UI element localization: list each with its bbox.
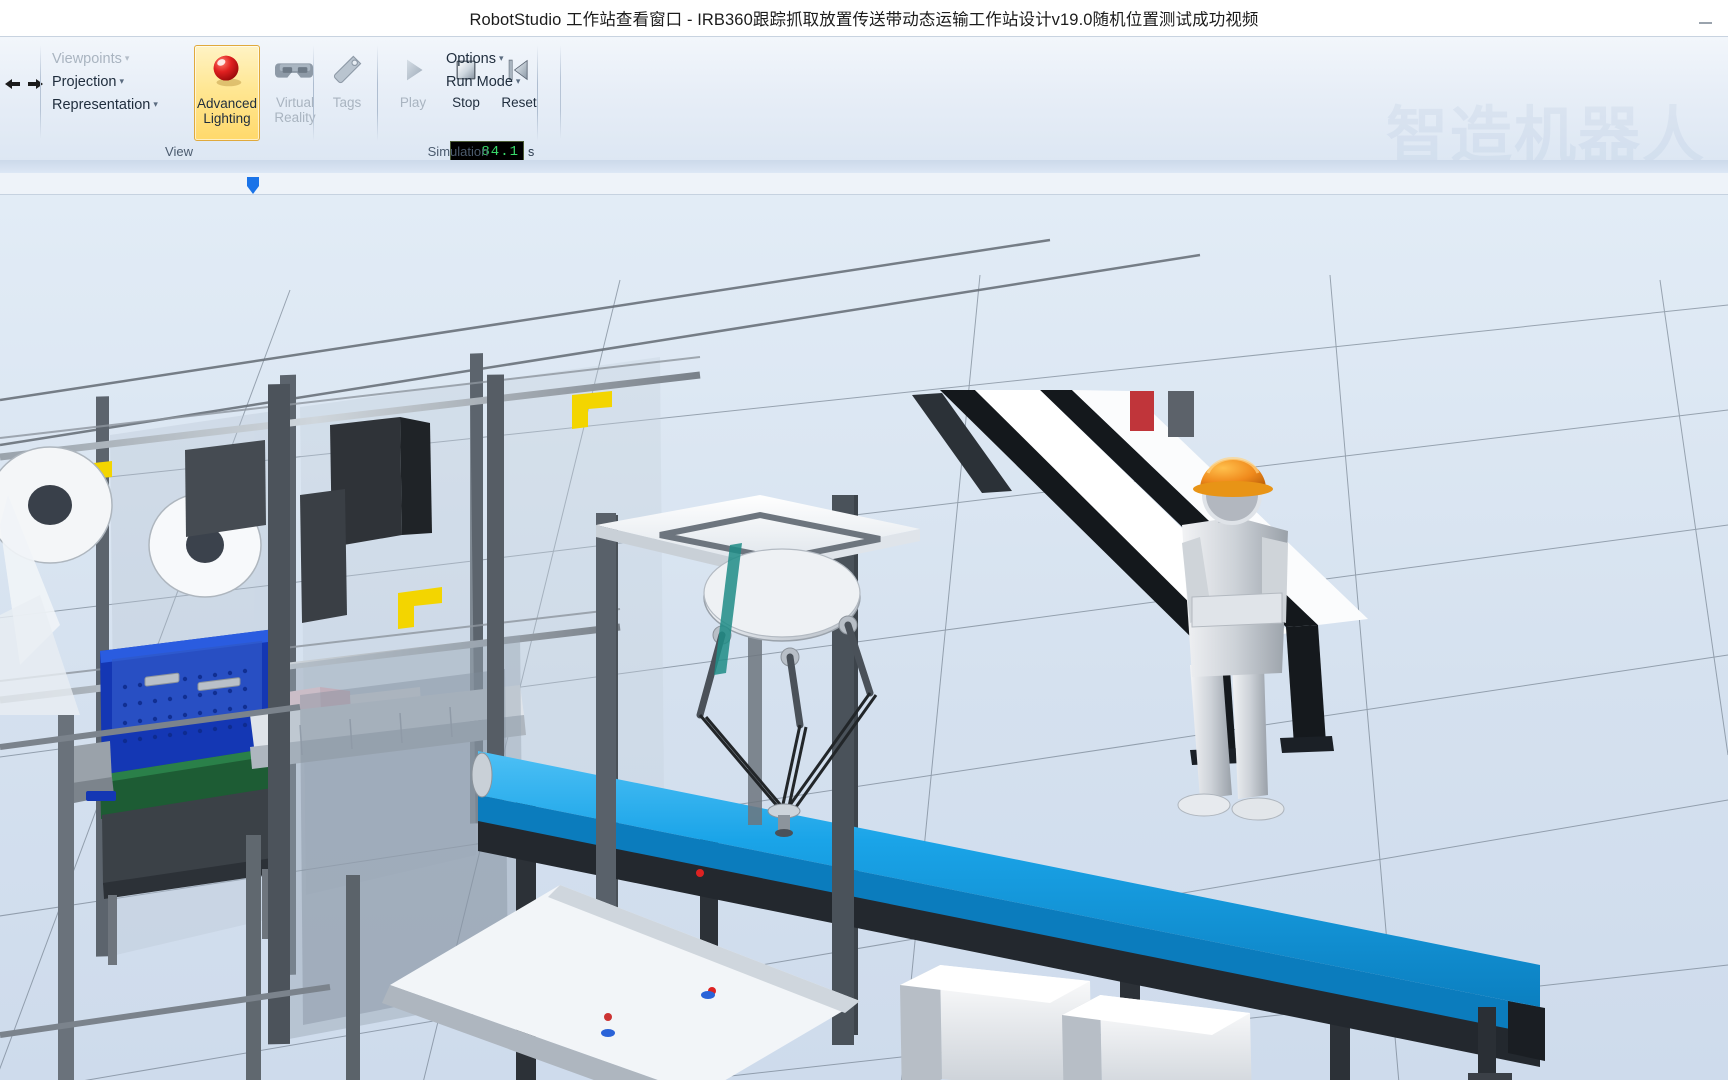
play-triangle-icon [392, 49, 434, 91]
menu-representation[interactable]: Representation ▾ [52, 93, 164, 116]
chevron-down-icon: ▾ [498, 53, 504, 63]
menu-viewpoints[interactable]: Viewpoints ▾ [52, 47, 164, 70]
menu-run-mode[interactable]: Run Mode ▾ [446, 70, 556, 93]
menu-viewpoints-label: Viewpoints [52, 50, 122, 67]
vr-headset-icon [274, 49, 316, 91]
simulation-group-caption: Simulation [427, 144, 489, 159]
chevron-down-icon: ▾ [119, 76, 125, 86]
stop-label: Stop [452, 95, 480, 110]
robotstudio-window: RobotStudio 工作站查看窗口 - IRB360跟踪抓取放置传送带动态运… [0, 0, 1728, 1080]
window-title: RobotStudio 工作站查看窗口 - IRB360跟踪抓取放置传送带动态运… [469, 11, 1259, 29]
menu-options-label: Options [446, 50, 496, 67]
ribbon-group-tags: Tags [314, 39, 378, 159]
chevron-down-icon: ▾ [515, 76, 521, 86]
document-tab-strip [0, 160, 1728, 174]
tags-button[interactable]: Tags [314, 45, 380, 141]
advanced-lighting-button[interactable]: Advanced Lighting [194, 45, 260, 141]
chevron-down-icon: ▾ [124, 53, 130, 63]
tags-label: Tags [332, 95, 362, 110]
scene-render: ABB ABB [0, 195, 1728, 1080]
menu-projection[interactable]: Projection ▾ [52, 70, 164, 93]
forward-arrow-icon[interactable] [27, 77, 44, 91]
menu-options[interactable]: Options ▾ [446, 47, 556, 70]
title-bar: RobotStudio 工作站查看窗口 - IRB360跟踪抓取放置传送带动态运… [0, 0, 1728, 36]
ribbon-divider-5 [560, 45, 561, 139]
view-menu-column: Viewpoints ▾ Projection ▾ Representation… [52, 47, 164, 116]
menu-run-mode-label: Run Mode [446, 73, 513, 90]
menu-projection-label: Projection [52, 73, 117, 90]
tag-icon [326, 49, 368, 91]
play-button[interactable]: Play [384, 45, 442, 141]
virtual-reality-label: Virtual Reality [274, 95, 316, 125]
red-sphere-icon [206, 50, 248, 92]
ribbon-group-view: Viewpoints ▾ Projection ▾ Representation… [44, 39, 316, 159]
minimize-button[interactable] [1692, 11, 1718, 27]
active-tab-marker[interactable] [245, 177, 261, 194]
menu-representation-label: Representation [52, 96, 151, 113]
advanced-lighting-label: Advanced Lighting [196, 96, 258, 126]
simulation-menu-column: Options ▾ Run Mode ▾ [446, 47, 556, 93]
play-label: Play [399, 95, 427, 110]
reset-label: Reset [501, 95, 537, 110]
simulation-3d-viewport[interactable]: ABB ABB [0, 195, 1728, 1080]
view-group-caption: View [165, 144, 193, 159]
ribbon-divider-1 [40, 45, 41, 139]
ribbon-toolbar: 智造机器人 Viewpoints ▾ Projection ▾ Represen… [0, 36, 1728, 171]
back-arrow-icon[interactable] [4, 77, 21, 91]
chevron-down-icon: ▾ [153, 99, 158, 109]
